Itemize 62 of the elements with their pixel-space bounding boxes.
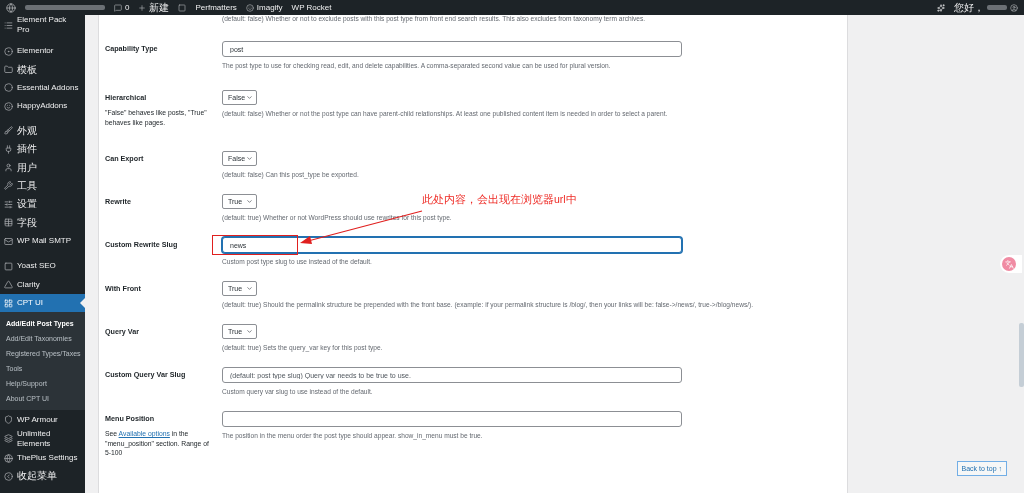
shield-icon [4,415,13,425]
folder-icon [4,65,13,75]
wrench-icon [4,181,13,191]
annotation-text: 此处内容，会出现在浏览器url中 [422,193,577,207]
square-icon [4,262,13,271]
logo-icon[interactable] [6,2,16,13]
toolbar-link[interactable]: 0 [125,3,130,12]
circle-icon [4,83,13,93]
menu-item[interactable]: Unlimited Elements [0,428,85,449]
toolbar-link[interactable]: WP Rocket [291,3,332,12]
menu-item[interactable]: 模板 [0,60,85,79]
mail-icon [4,236,13,246]
scrollbar-thumb[interactable] [1019,323,1024,387]
square-icon[interactable] [178,3,187,12]
blurred-username[interactable] [987,5,1007,10]
layers-icon [4,434,13,444]
globe-icon [4,453,13,463]
plus-icon[interactable] [138,3,147,12]
list-icon [4,20,13,30]
chevron-down-icon [246,94,253,101]
sparkle-icon[interactable] [937,3,945,12]
menu-item[interactable]: Yoast SEO [0,257,85,276]
translate-widget[interactable] [1000,255,1022,273]
grid-icon [4,298,13,308]
menu-item[interactable]: WP Armour [0,410,85,429]
table-icon [4,218,13,228]
menu-item[interactable]: Clarity [0,275,85,295]
menu-item[interactable]: 外观 [0,121,85,140]
plug-icon [4,144,13,154]
chevron-down-icon [246,328,253,335]
toolbar-link[interactable]: Perfmatters [195,3,237,12]
chevron-down-icon [246,155,253,162]
menu-item[interactable]: HappyAddons [0,97,85,116]
menu-item[interactable]: WP Mail SMTP [0,231,85,251]
menu-item[interactable]: Elementor [0,42,85,61]
sliders-icon [4,199,13,209]
smiley-icon [4,101,13,111]
toolbar-link[interactable]: Imagify [256,3,283,12]
menu-item[interactable]: 字段 [0,213,85,232]
text-field[interactable] [222,411,682,427]
menu-item[interactable]: 收起菜单 [0,467,85,486]
greeting-text[interactable]: 您好， [954,0,984,15]
translate-icon [1004,259,1014,269]
menu-item[interactable]: 插件 [0,139,85,159]
menu-item[interactable]: 工具 [0,176,85,196]
menu-item[interactable]: ThePlus Settings [0,448,85,468]
brush-icon [4,126,13,136]
menu-item[interactable]: 用户 [0,158,85,177]
chevron-down-icon [246,285,253,292]
menu-item[interactable]: CPT UI [0,294,85,313]
user-icon [4,163,13,173]
toolbar-link[interactable]: 新建 [149,0,170,15]
menu-item[interactable]: Essential Addons [0,78,85,98]
circle-icon [4,46,13,56]
menu-item[interactable]: Element Pack Pro [0,15,85,35]
menu-item[interactable]: 设置 [0,195,85,214]
chevron-down-icon [246,198,253,205]
smiley-icon[interactable] [245,3,254,12]
avatar-icon[interactable] [1010,3,1018,12]
collapse-icon [4,471,13,481]
comment-icon[interactable] [114,3,122,12]
triangle-icon [4,280,13,290]
